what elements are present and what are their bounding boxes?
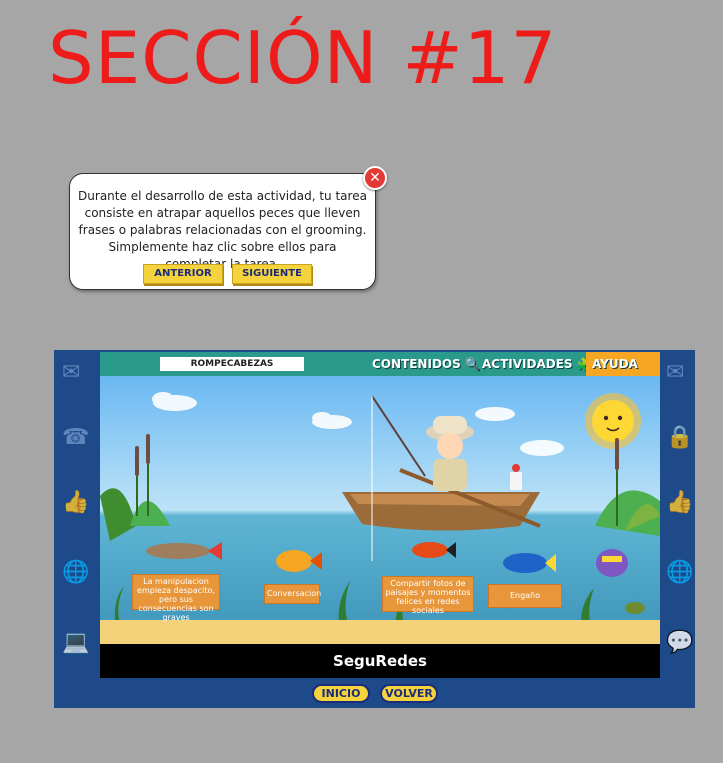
- fish-label[interactable]: Compartir fotos de paisajes y momentos f…: [382, 576, 474, 615]
- brand-footer: SeguRedes: [100, 644, 660, 678]
- nav-contenidos-label: CONTENIDOS: [372, 357, 461, 371]
- previous-button[interactable]: ANTERIOR: [143, 264, 223, 284]
- puzzle-label[interactable]: ROMPECABEZAS: [160, 357, 304, 371]
- cloud-icon: [312, 412, 352, 429]
- globe-icon: 🌐: [62, 560, 90, 585]
- globe-icon: 🌐: [666, 560, 694, 585]
- fish-icon: [596, 549, 628, 577]
- fish-icon: [412, 542, 456, 558]
- nav-actividades-label: ACTIVIDADES: [482, 357, 573, 371]
- instructions-text: Durante el desarrollo de esta actividad,…: [78, 189, 367, 271]
- instructions-tooltip: Durante el desarrollo de esta actividad,…: [69, 166, 387, 290]
- volver-button[interactable]: VOLVER: [380, 684, 438, 703]
- top-nav-bar: ROMPECABEZAS CONTENIDOS 🔍 ACTIVIDADES 🧩 …: [100, 352, 660, 395]
- lock-icon: 🔒: [666, 425, 694, 450]
- lantern-icon: [510, 464, 522, 490]
- activity-app: ✉ ☎ 👍 🌐 💻 ✉ 🔒 👍 🌐 💬 ROMPECABEZAS CONTENI…: [54, 350, 695, 708]
- mail-icon: ✉: [666, 360, 685, 385]
- fishing-scene: La manipulacion empieza despacito, pero …: [100, 376, 660, 644]
- girl-fisher-icon: [426, 416, 474, 491]
- sand-floor: [100, 620, 660, 644]
- search-icon: 🔍: [464, 357, 480, 371]
- reeds-left-icon: [100, 434, 170, 541]
- nav-ayuda[interactable]: AYUDA ❓: [586, 352, 660, 395]
- fish-label[interactable]: Conversacion: [264, 584, 321, 604]
- cloud-icon: [520, 440, 564, 456]
- chat-icon: 💬: [666, 630, 694, 655]
- cloud-icon: [152, 392, 197, 411]
- thumbs-up-icon: 👍: [666, 490, 694, 515]
- page-title: SECCIÓN #17: [48, 16, 558, 100]
- laptop-icon: 💻: [62, 630, 90, 655]
- thumbs-up-icon: 👍: [62, 490, 90, 515]
- mail-icon: ✉: [62, 360, 81, 385]
- fish-icon: [503, 553, 556, 573]
- fish-label[interactable]: Engaño: [488, 584, 562, 608]
- fish-label[interactable]: La manipulacion empieza despacito, pero …: [132, 574, 220, 622]
- fish-icon: [276, 550, 322, 572]
- game-stage: ROMPECABEZAS CONTENIDOS 🔍 ACTIVIDADES 🧩 …: [100, 352, 660, 678]
- sun-icon: [585, 393, 641, 449]
- phone-icon: ☎: [62, 425, 90, 450]
- nav-actividades[interactable]: ACTIVIDADES 🧩: [482, 352, 592, 376]
- reeds-right-icon: [595, 438, 660, 536]
- close-icon[interactable]: ✕: [363, 166, 387, 190]
- inicio-button[interactable]: INICIO: [312, 684, 370, 703]
- next-button[interactable]: SIGUIENTE: [232, 264, 312, 284]
- turtle-icon: [625, 602, 645, 614]
- cloud-icon: [475, 407, 515, 421]
- nav-contenidos[interactable]: CONTENIDOS 🔍: [372, 352, 480, 376]
- fish-icon: [146, 542, 222, 560]
- nav-ayuda-label: AYUDA: [592, 357, 638, 371]
